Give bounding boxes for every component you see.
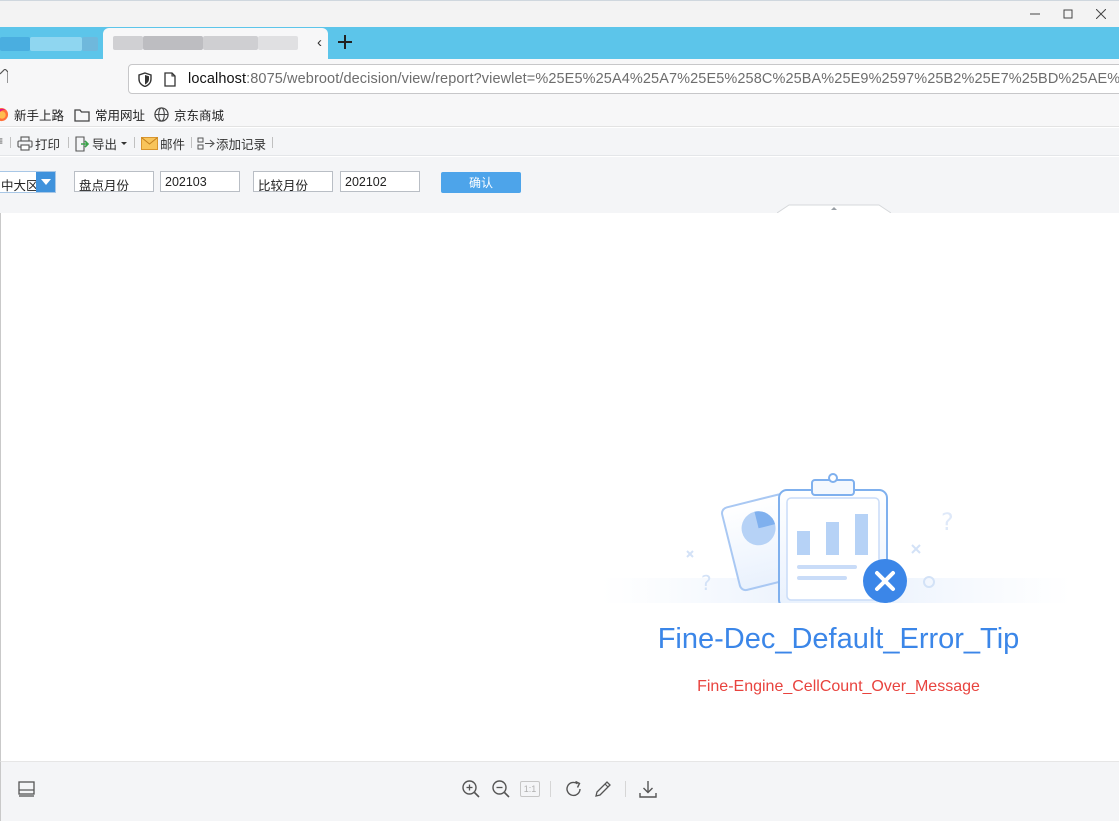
toolbar-divider — [550, 781, 551, 797]
url-host: localhost — [188, 71, 247, 87]
parameter-panel: 中大区 盘点月份 202103 比较月份 202102 确认 — [0, 157, 1119, 213]
add-record-icon — [197, 137, 215, 149]
actual-size-button[interactable]: 1:1 — [520, 781, 540, 797]
tab-scroll-left-icon[interactable]: ‹ — [317, 34, 322, 51]
bookmark-item[interactable]: 常用网址 — [74, 105, 145, 124]
collapse-panel-handle[interactable] — [777, 204, 891, 213]
confirm-button[interactable]: 确认 — [441, 172, 521, 193]
toolbar-partial-item[interactable]: ≡ — [0, 134, 3, 148]
download-icon[interactable] — [638, 779, 658, 799]
globe-icon — [154, 107, 169, 122]
export-label: 导出 — [92, 138, 118, 152]
dropdown-arrow-icon[interactable] — [36, 172, 55, 192]
bottom-toolbar: 1:1 — [0, 761, 1119, 821]
region-select-value: 中大区 — [1, 179, 39, 193]
error-message: Fine-Engine_CellCount_Over_Message — [697, 678, 980, 695]
toolbar-divider — [625, 781, 626, 797]
blurred-tab-title-part — [143, 36, 203, 50]
home-partial-icon[interactable] — [0, 68, 9, 86]
export-button[interactable]: 导出 — [74, 134, 128, 153]
tab-active[interactable]: ‹ — [103, 28, 328, 59]
shield-icon[interactable] — [138, 72, 152, 87]
toolbar-divider — [68, 137, 69, 148]
panel-toggle-icon[interactable] — [17, 779, 37, 799]
edit-pencil-icon[interactable] — [593, 779, 613, 799]
address-bar[interactable]: localhost:8075/webroot/decision/view/rep… — [128, 64, 1119, 94]
bookmark-label: 京东商城 — [174, 109, 225, 123]
mail-icon — [141, 137, 158, 150]
toolbar-divider — [134, 137, 135, 148]
plus-icon — [338, 35, 352, 49]
minimize-icon — [1030, 13, 1040, 15]
add-record-button[interactable]: 添加记录 — [197, 134, 266, 153]
close-window-button[interactable] — [1086, 5, 1116, 23]
report-content: ? ? Fine-Dec_Default_Error_Tip Fine-Engi… — [0, 213, 1119, 761]
bookmark-label: 常用网址 — [95, 109, 146, 123]
svg-text:?: ? — [941, 508, 954, 536]
blurred-tab-title — [0, 37, 30, 51]
maximize-button[interactable] — [1053, 5, 1083, 23]
inventory-month-input[interactable]: 202103 — [160, 171, 240, 192]
refresh-icon[interactable] — [564, 779, 584, 799]
export-icon — [75, 135, 90, 152]
firefox-icon — [0, 107, 9, 122]
new-tab-button[interactable] — [333, 30, 357, 54]
print-button[interactable]: 打印 — [17, 134, 60, 153]
printer-icon — [17, 136, 33, 151]
report-toolbar: ≡ 打印 导出 邮件 添加记录 — [0, 128, 1119, 156]
error-title: Fine-Dec_Default_Error_Tip — [657, 623, 1020, 655]
chevron-down-icon — [121, 141, 128, 145]
bookmark-item[interactable]: 京东商城 — [154, 105, 224, 124]
toolbar-divider — [10, 137, 11, 148]
minimize-button[interactable] — [1020, 5, 1050, 23]
folder-icon — [74, 108, 90, 122]
mail-label: 邮件 — [160, 138, 186, 152]
blurred-tab-title-part — [203, 36, 258, 50]
add-record-label: 添加记录 — [216, 138, 267, 152]
close-icon — [1096, 9, 1106, 19]
window-titlebar — [0, 0, 1119, 27]
bookmark-item[interactable]: 新手上路 — [0, 105, 64, 124]
region-select[interactable]: 中大区 — [0, 171, 56, 193]
inventory-month-label-box: 盘点月份 — [74, 171, 154, 193]
zoom-out-icon[interactable] — [491, 779, 511, 799]
blurred-tab-title-part — [30, 37, 82, 51]
error-illustration: ? ? — [601, 473, 1071, 603]
toolbar-divider — [272, 137, 273, 148]
print-label: 打印 — [35, 138, 61, 152]
page-icon[interactable] — [164, 72, 176, 87]
url-text[interactable]: localhost:8075/webroot/decision/view/rep… — [188, 71, 1119, 87]
compare-month-input[interactable]: 202102 — [340, 171, 420, 192]
compare-month-label-box: 比较月份 — [253, 171, 333, 193]
toolbar-divider — [191, 137, 192, 148]
maximize-icon — [1063, 9, 1073, 19]
bookmarks-bar: 新手上路 常用网址 京东商城 — [0, 99, 1119, 127]
mail-button[interactable]: 邮件 — [141, 134, 185, 153]
tab-inactive[interactable] — [0, 29, 102, 59]
svg-text:?: ? — [701, 571, 712, 595]
blurred-tab-title-part — [258, 36, 298, 50]
blurred-tab-title-part — [82, 37, 98, 51]
tab-bar: ‹ — [0, 27, 1119, 59]
url-path: :8075/webroot/decision/view/report?viewl… — [246, 71, 1119, 87]
blurred-tab-title — [113, 36, 143, 50]
navigation-bar: localhost:8075/webroot/decision/view/rep… — [0, 59, 1119, 99]
bookmark-label: 新手上路 — [14, 109, 65, 123]
zoom-in-icon[interactable] — [461, 779, 481, 799]
